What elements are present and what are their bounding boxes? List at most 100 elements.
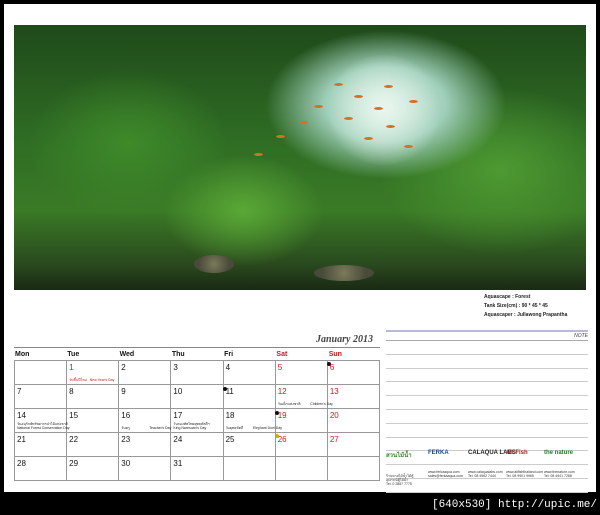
- photo-light: [324, 55, 444, 165]
- holiday-label: วันยุทธหัตถี Elephant Duel Day: [225, 426, 283, 430]
- day-number: 14: [17, 411, 26, 420]
- weekday-header: Mon Tue Wed Thu Fri Sat Sun: [14, 347, 380, 360]
- fish: [276, 135, 285, 138]
- sponsor-name: the nature: [544, 450, 574, 456]
- day-cell: 17 วันกองทัพไทยยุทธหัตถีฯ King Naresuan's…: [171, 409, 224, 433]
- sponsor-contact: www.thenature.com Tel. 08 4941 7288: [544, 470, 575, 478]
- day-number: 3: [173, 363, 178, 372]
- holiday-label: วันเด็กแห่งชาติ Children's Day: [277, 402, 333, 406]
- day-cell: 25: [223, 433, 276, 457]
- day-cell: 16 วันครู Teacher's Day: [119, 409, 172, 433]
- day-number: 8: [69, 387, 74, 396]
- day-cell: 22: [67, 433, 120, 457]
- day-cell: 30: [119, 457, 172, 481]
- weekday-mon: Mon: [15, 351, 30, 358]
- day-number: 28: [17, 459, 26, 468]
- day-cell: 24: [171, 433, 224, 457]
- calendar-page: Aquascape : Forest Tank Size(cm) : 90 * …: [4, 4, 596, 493]
- day-grid: 1 วันขึ้นปีใหม่ New Year's Day 2 3 4 5 6 7 8 9 10 1…: [14, 360, 380, 481]
- fish: [254, 153, 263, 156]
- holiday-label: วันขึ้นปีใหม่ New Year's Day: [69, 378, 115, 382]
- tank-size: Tank Size(cm) : 90 * 45 * 45: [484, 303, 548, 309]
- day-cell: 1 วันขึ้นปีใหม่ New Year's Day: [67, 361, 120, 385]
- holiday-label: วันกองทัพไทยยุทธหัตถีฯ King Naresuan's D…: [173, 422, 210, 430]
- month-title: January 2013: [316, 334, 373, 345]
- weekday-sun: Sun: [328, 351, 342, 358]
- fish: [404, 145, 413, 148]
- moon-phase-icon: [274, 411, 279, 415]
- day-number: 16: [121, 411, 131, 420]
- day-number: 23: [121, 435, 131, 444]
- day-cell: 15: [67, 409, 120, 433]
- day-cell: 7: [15, 385, 68, 409]
- fish: [334, 83, 343, 86]
- notes-divider: [386, 330, 588, 332]
- sponsor-logo: สวนไม้น้ำร้านขายไม้น้ำไม้ตู้ อุปกรณ์ตู้ไ…: [386, 442, 426, 488]
- note-line: [386, 355, 588, 369]
- day-number: 29: [69, 459, 79, 468]
- day-number: 30: [121, 459, 131, 468]
- day-cell: 27: [327, 433, 380, 457]
- day-number: 1: [69, 363, 74, 372]
- fish: [299, 121, 308, 124]
- day-cell: 29: [67, 457, 120, 481]
- day-number: 9: [121, 387, 126, 396]
- day-cell: [275, 457, 328, 481]
- day-cell: 12 วันเด็กแห่งชาติ Children's Day: [275, 385, 333, 409]
- day-number: 19: [277, 411, 287, 420]
- day-cell: 26: [274, 433, 328, 457]
- sponsor-contact: www.ferkaaqua.com sales@ferkaaqua.com: [428, 470, 463, 478]
- watermark: [640x530] http://upic.me/: [431, 499, 597, 511]
- day-number: 20: [329, 411, 339, 420]
- day-number: 2: [121, 363, 126, 372]
- day-cell: 14 วันอนุรักษ์ทรัพยากรป่าไม้แห่งชาติ Nati…: [15, 409, 70, 433]
- day-cell: 18 วันยุทธหัตถี Elephant Duel Day: [223, 409, 282, 433]
- day-cell: 9: [119, 385, 172, 409]
- day-number: 10: [173, 387, 183, 396]
- day-number: 15: [69, 411, 79, 420]
- notes-title: NOTE: [386, 333, 588, 341]
- note-line: [386, 369, 588, 383]
- day-cell: 13: [327, 385, 380, 409]
- weekday-wed: Wed: [119, 351, 135, 358]
- day-cell: [223, 457, 276, 481]
- day-number: 24: [173, 435, 183, 444]
- aquascape-name: Aquascape : Forest: [484, 294, 531, 300]
- day-number: 27: [329, 435, 339, 444]
- fish: [364, 137, 373, 140]
- holiday-label: วันอนุรักษ์ทรัพยากรป่าไม้แห่งชาติ Nation…: [17, 422, 70, 430]
- sponsor-name: สวนไม้น้ำ: [386, 453, 412, 459]
- weekday-tue: Tue: [67, 351, 80, 358]
- note-line: [386, 341, 588, 355]
- sponsor-contact: ร้านขายไม้น้ำไม้ตู้ อุปกรณ์ตู้ไม้น้ำ Tel…: [386, 474, 414, 486]
- day-number: 5: [277, 363, 283, 372]
- sponsor-name: FERKA: [428, 450, 449, 456]
- day-number: 31: [173, 459, 183, 468]
- weekday-thu: Thu: [171, 351, 185, 358]
- day-cell: 3: [171, 361, 224, 385]
- day-cell: [15, 361, 68, 385]
- day-number: 12: [277, 387, 287, 396]
- fish: [386, 125, 395, 128]
- fish: [354, 95, 363, 98]
- sponsor-contact: www.calaqualabs.com Tel. 08 4962 7444: [468, 470, 503, 478]
- fish: [384, 85, 393, 88]
- sponsor-name: All Fish: [506, 450, 528, 456]
- sponsor-name: CALAQUA LABS: [468, 450, 516, 456]
- day-number: 25: [225, 435, 235, 444]
- day-cell: 8: [67, 385, 120, 409]
- sponsor-logo: All Fish www.allfishthailand.com Tel. 08 …: [506, 442, 546, 488]
- moon-phase-icon: [222, 387, 227, 391]
- sponsor-logo: CALAQUA LABS www.calaqualabs.com Tel. 08 …: [468, 442, 516, 488]
- day-cell: [327, 457, 380, 481]
- day-cell: 19: [274, 409, 328, 433]
- calendar-grid: Mon Tue Wed Thu Fri Sat Sun 1 วันขึ้นปีใหม่ New…: [14, 347, 380, 481]
- day-cell: 6: [326, 361, 380, 385]
- fish: [409, 100, 418, 103]
- sponsor-logo: the nature www.thenature.com Tel. 08 4941…: [544, 442, 584, 488]
- fish: [374, 107, 383, 110]
- weekday-sat: Sat: [276, 351, 288, 358]
- aquascaper: Aquascaper : Jullawong Prapantha: [484, 312, 568, 318]
- day-cell: 21: [15, 433, 68, 457]
- note-line: [386, 410, 588, 424]
